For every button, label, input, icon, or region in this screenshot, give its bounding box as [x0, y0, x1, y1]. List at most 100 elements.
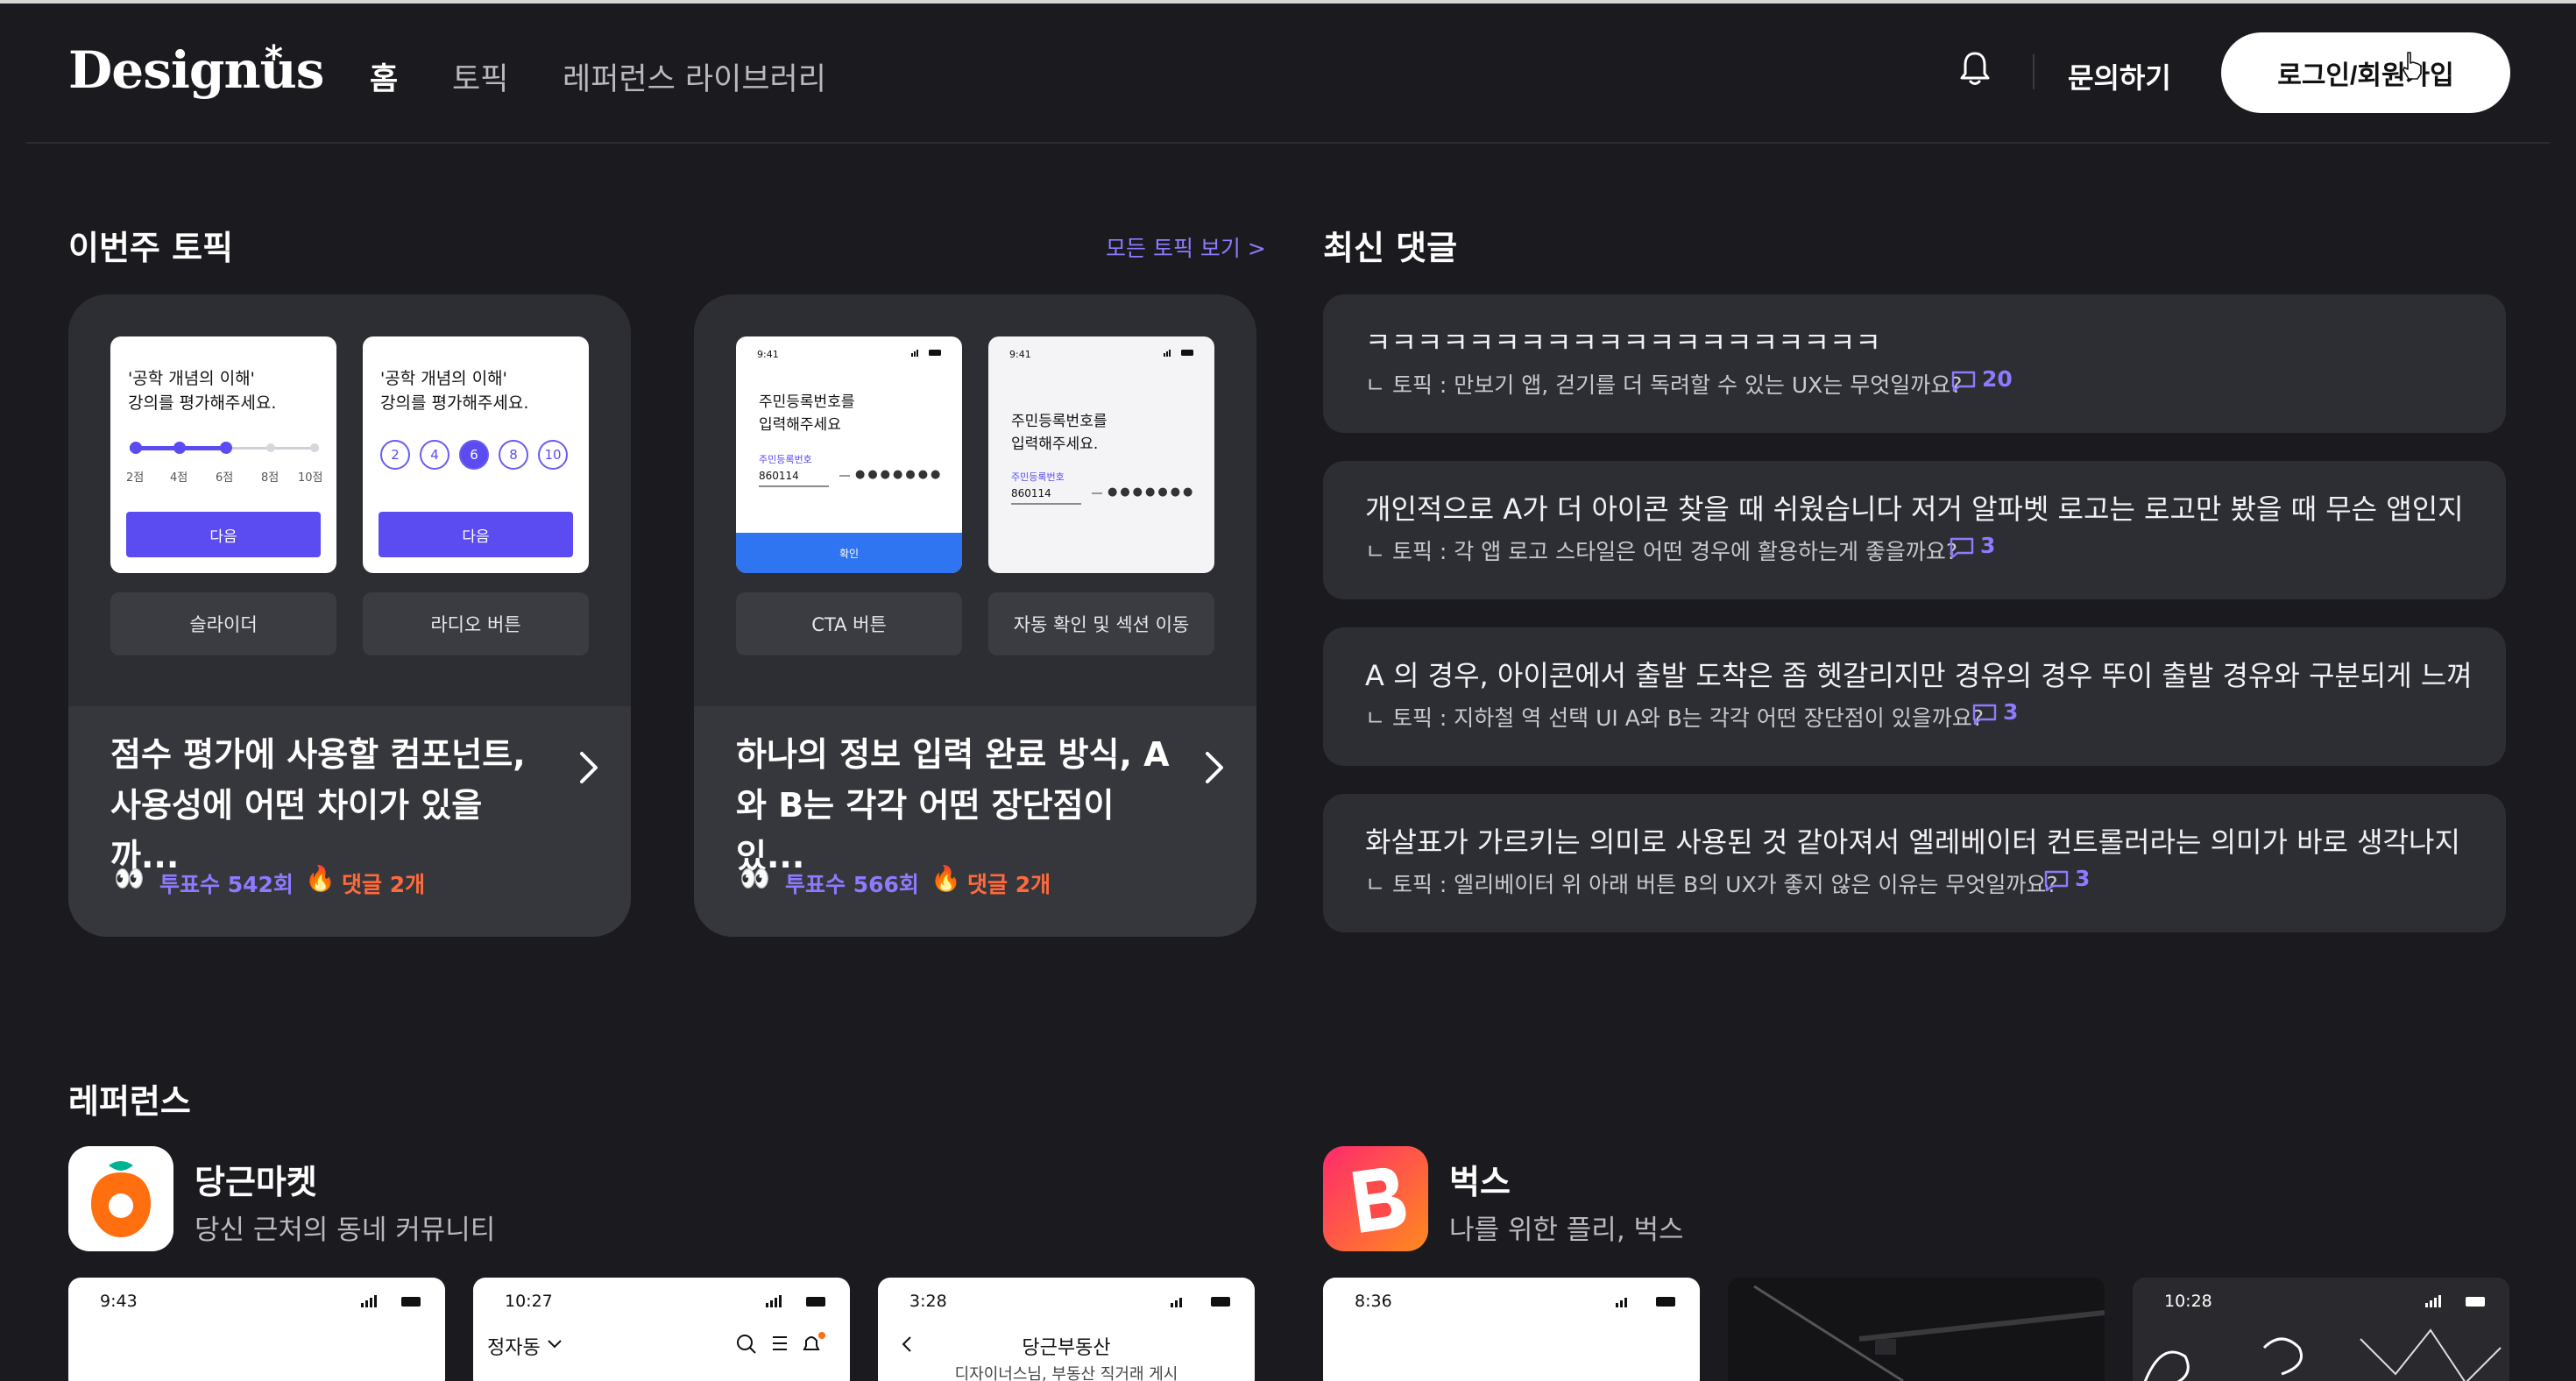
eyes-icon: 👀 — [114, 864, 145, 893]
weekly-topics-title: 이번주 토픽 — [68, 229, 234, 267]
comment-text: 화살표가 가르키는 의미로 사용된 것 같아져서 엘레베이터 컨트롤러라는 의미… — [1365, 825, 2469, 859]
comment-bubble-icon — [1951, 371, 1976, 393]
logo-star-icon: * — [265, 39, 283, 79]
bugs-b-logo-icon — [1352, 1167, 1406, 1233]
slider-label: 4점 — [170, 471, 188, 485]
comment-topic: ㄴ 토픽 : 각 앱 로고 스타일은 어떤 경우에 활용하는게 좋을까요? — [1365, 539, 1958, 564]
slider-dot — [173, 442, 186, 454]
slider-dot — [310, 443, 319, 452]
daangn-app-icon[interactable] — [68, 1146, 173, 1251]
masked-digits: ●●●●●●● — [1108, 485, 1196, 499]
login-signup-button[interactable]: 로그인/회원가입 — [2221, 32, 2510, 113]
topic-card-score[interactable]: '공학 개념의 이해' 강의를 평가해주세요. 2점 4점 6점 8점 10점 … — [68, 294, 631, 937]
chevron-down-icon — [548, 1340, 562, 1349]
reference-app-desc: 나를 위한 플리, 벅스 — [1449, 1215, 1684, 1246]
carrot-logo-icon — [91, 1161, 151, 1237]
header-divider — [2033, 54, 2035, 89]
comment-text: 개인적으로 A가 더 아이콘 찾을 때 쉬웠습니다 저거 알파벳 로고는 로고만… — [1365, 492, 2469, 526]
radio-option: 10 — [538, 440, 568, 470]
field-underline — [759, 485, 829, 487]
topic-card-input-completion[interactable]: 9:41 주민등록번호를 입력해주세요 주민등록번호 860114 ●●●●●●… — [694, 294, 1256, 937]
eyes-icon: 👀 — [740, 864, 770, 893]
status-bar-icons — [766, 1295, 825, 1307]
preview-question: '공학 개념의 이해' 강의를 평가해주세요. — [128, 369, 277, 413]
phone-title: 주민등록번호를 입력해주세요. — [1011, 413, 1108, 453]
radio-preview: '공학 개념의 이해' 강의를 평가해주세요. 2 4 6 8 10 다음 — [363, 336, 589, 573]
status-bar-icons — [1616, 1297, 1675, 1307]
preview-next-button: 다음 — [126, 512, 321, 557]
screen-subtext: 디자이너스님, 부동산 직거래 게시 — [954, 1365, 1178, 1381]
radio-option: 4 — [420, 440, 449, 470]
slider-dot — [130, 442, 142, 454]
reference-app-desc: 당신 근처의 동네 커뮤니티 — [195, 1215, 496, 1246]
phone-title: 주민등록번호를 입력해주세요 — [759, 393, 855, 434]
comment-bubble-icon — [1972, 704, 1997, 726]
location-selector: 정자동 — [487, 1337, 541, 1359]
reference-screenshot[interactable]: 10:28 — [2133, 1278, 2509, 1381]
comment-item[interactable]: 개인적으로 A가 더 아이콘 찾을 때 쉬웠습니다 저거 알파벳 로고는 로고만… — [1323, 461, 2506, 599]
slider-handle — [220, 442, 232, 454]
bell-icon[interactable] — [1957, 49, 1992, 88]
comment-topic: ㄴ 토픽 : 만보기 앱, 걷기를 더 독려할 수 있는 UX는 무엇일까요? — [1365, 372, 1963, 398]
dark-artwork — [1728, 1278, 2105, 1381]
nav-topic[interactable]: 토픽 — [452, 54, 508, 99]
status-time: 9:41 — [1009, 349, 1031, 360]
comment-reply-count: 20 — [1982, 366, 2013, 392]
option-chip-cta[interactable]: CTA 버튼 — [736, 592, 962, 655]
field-dash — [839, 475, 850, 477]
fire-icon: 🔥 — [305, 864, 336, 893]
radio-option: 8 — [499, 440, 528, 470]
comment-item[interactable]: ㅋㅋㅋㅋㅋㅋㅋㅋㅋㅋㅋㅋㅋㅋㅋㅋㅋㅋㅋㅋ ㄴ 토픽 : 만보기 앱, 걷기를 더… — [1323, 294, 2506, 433]
designus-logo[interactable]: Designus — [68, 40, 324, 100]
reference-screenshot[interactable]: 10:27 정자동 — [473, 1278, 850, 1381]
status-time: 10:28 — [2164, 1292, 2212, 1311]
field-label: 주민등록번호 — [759, 454, 812, 465]
nav-reference-library[interactable]: 레퍼런스 라이브러리 — [563, 54, 826, 99]
vote-count: 투표수 542회 — [159, 872, 294, 897]
comment-count: 댓글 2개 — [342, 872, 426, 897]
reference-screenshot[interactable]: 8:36 — [1323, 1278, 1700, 1381]
field-dash — [1092, 492, 1102, 494]
radio-option: 2 — [380, 440, 410, 470]
option-chip-slider[interactable]: 슬라이더 — [110, 592, 336, 655]
latest-comments-title: 최신 댓글 — [1323, 229, 1458, 267]
status-bar-icons — [361, 1295, 421, 1307]
nav-home[interactable]: 홈 — [370, 54, 398, 99]
comment-reply-count: 3 — [2003, 699, 2019, 725]
option-chip-auto-advance[interactable]: 자동 확인 및 섹션 이동 — [988, 592, 1214, 655]
reference-screenshot[interactable]: 9:43 — [68, 1278, 445, 1381]
chevron-right-icon[interactable] — [577, 748, 601, 787]
comment-topic: ㄴ 토픽 : 엘리베이터 위 아래 버튼 B의 UX가 좋지 않은 이유는 무엇… — [1365, 872, 2058, 897]
see-all-topics-link[interactable]: 모든 토픽 보기 > — [1106, 231, 1266, 263]
field-value: 860114 — [759, 470, 799, 482]
field-label: 주민등록번호 — [1011, 471, 1065, 483]
reference-screenshot[interactable] — [1728, 1278, 2105, 1381]
topic-card-title[interactable]: 점수 평가에 사용할 컴포넌트, 사용성에 어떤 차이가 있을까... — [110, 729, 548, 882]
auto-advance-preview: 9:41 주민등록번호를 입력해주세요. 주민등록번호 860114 ●●●●●… — [988, 336, 1214, 573]
toolbar-icons — [737, 1332, 825, 1354]
reference-app-name[interactable]: 당근마켓 — [195, 1155, 317, 1203]
fire-icon: 🔥 — [931, 864, 961, 893]
field-value: 860114 — [1011, 487, 1051, 499]
slider-label: 10점 — [298, 471, 323, 485]
screen-header: 당근부동산 — [1022, 1337, 1111, 1359]
status-bar-icons — [1171, 1297, 1230, 1307]
comment-topic: ㄴ 토픽 : 지하철 역 선택 UI A와 B는 각각 어떤 장단점이 있을까요… — [1365, 705, 1984, 731]
comment-bubble-icon — [2044, 870, 2069, 892]
comment-reply-count: 3 — [1980, 533, 1996, 558]
inquiry-link[interactable]: 문의하기 — [2068, 56, 2171, 96]
comment-item[interactable]: A 의 경우, 아이콘에서 출발 도착은 좀 헷갈리지만 경유의 경우 뚜이 출… — [1323, 627, 2506, 766]
comment-item[interactable]: 화살표가 가르키는 의미로 사용된 것 같아져서 엘레베이터 컨트롤러라는 의미… — [1323, 794, 2506, 932]
reference-app-name[interactable]: 벅스 — [1449, 1155, 1511, 1203]
status-time: 10:27 — [505, 1292, 553, 1311]
references-title: 레퍼런스 — [68, 1082, 191, 1121]
bugs-app-icon[interactable] — [1323, 1146, 1428, 1251]
topic-card-title[interactable]: 하나의 정보 입력 완료 방식, A와 B는 각각 어떤 장단점이 있... — [736, 729, 1174, 882]
chevron-right-icon[interactable] — [1202, 748, 1227, 787]
slider-label: 6점 — [216, 471, 234, 485]
option-chip-radio[interactable]: 라디오 버튼 — [363, 592, 589, 655]
hand-cursor-icon — [2403, 52, 2422, 80]
slider-label: 2점 — [126, 471, 145, 485]
comment-text: ㅋㅋㅋㅋㅋㅋㅋㅋㅋㅋㅋㅋㅋㅋㅋㅋㅋㅋㅋㅋ — [1365, 326, 1881, 359]
reference-screenshot[interactable]: 3:28 당근부동산 디자이너스님, 부동산 직거래 게시 — [878, 1278, 1255, 1381]
